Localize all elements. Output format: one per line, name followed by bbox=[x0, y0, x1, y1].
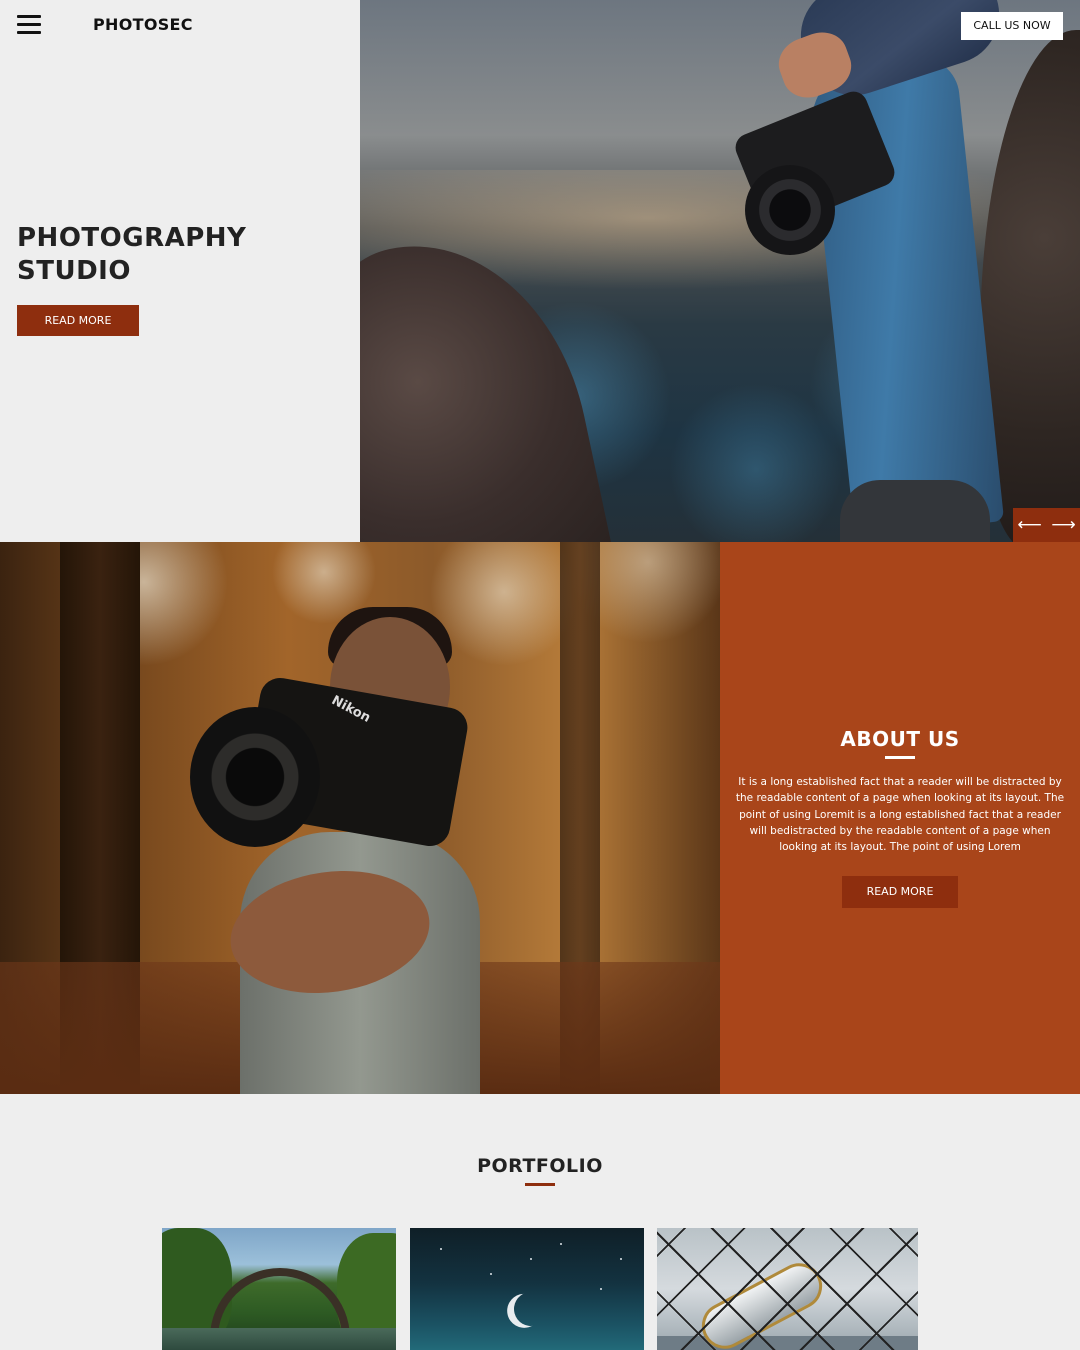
brand-logo[interactable]: PHOTOSEC bbox=[93, 15, 193, 34]
about-text: It is a long established fact that a rea… bbox=[735, 776, 1065, 854]
portfolio-item-telescope[interactable] bbox=[657, 1228, 918, 1350]
portfolio-title: PORTFOLIO bbox=[477, 1155, 603, 1177]
slider-nav: ⟵ ⟶ bbox=[1013, 508, 1080, 542]
about-read-more-button[interactable]: READ MORE bbox=[842, 876, 958, 908]
hero-title-line2: STUDIO bbox=[17, 256, 131, 286]
portfolio-item-moon[interactable] bbox=[410, 1228, 644, 1350]
about-panel: ABOUT US It is a long established fact t… bbox=[720, 542, 1080, 1094]
portfolio-title-underline bbox=[525, 1183, 555, 1186]
about-image-camera-toss: Nikon bbox=[0, 542, 720, 1094]
call-us-now-button[interactable]: CALL US NOW bbox=[961, 12, 1063, 40]
hero-title-line1: PHOTOGRAPHY bbox=[17, 223, 247, 253]
hero-read-more-button[interactable]: READ MORE bbox=[17, 305, 139, 336]
about-section: Nikon ABOUT US It is a long established … bbox=[0, 542, 1080, 1094]
hamburger-menu-icon[interactable] bbox=[17, 15, 41, 34]
about-title: ABOUT US bbox=[840, 727, 960, 751]
hero-left-panel: PHOTOSEC PHOTOGRAPHY STUDIO READ MORE bbox=[0, 0, 360, 542]
arrow-left-icon[interactable]: ⟵ bbox=[1013, 508, 1046, 542]
hero-title: PHOTOGRAPHY STUDIO bbox=[17, 222, 337, 288]
arrow-right-icon[interactable]: ⟶ bbox=[1047, 508, 1080, 542]
portfolio-section: PORTFOLIO bbox=[0, 1094, 1080, 1350]
hero-section: PHOTOSEC PHOTOGRAPHY STUDIO READ MORE CA… bbox=[0, 0, 1080, 542]
about-title-underline bbox=[885, 756, 915, 759]
hero-image-photographer bbox=[360, 0, 1080, 542]
portfolio-item-bridge[interactable] bbox=[162, 1228, 396, 1350]
